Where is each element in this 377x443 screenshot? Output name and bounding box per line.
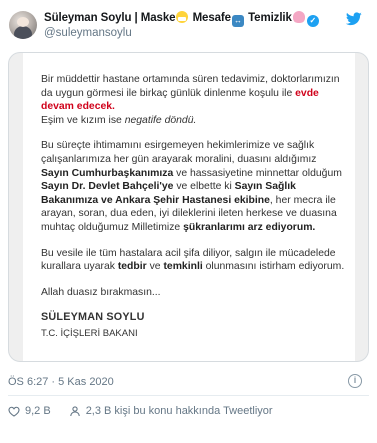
display-name-line[interactable]: Süleyman Soylu | Maske Mesafe ↔ Temizlik ✓: [44, 11, 319, 27]
statement-paper: Bir müddettir hastane ortamında süren te…: [23, 53, 355, 361]
talking-about-text: 2,3 B kişi bu konu hakkında Tweetliyor: [85, 405, 273, 417]
statement-image[interactable]: Bir müddettir hastane ortamında süren te…: [8, 52, 369, 362]
person-icon: [69, 406, 80, 417]
signature-title: T.C. İÇİŞLERİ BAKANI: [41, 327, 138, 339]
like-button[interactable]: 9,2 B: [8, 405, 69, 417]
conversation-link[interactable]: 2,3 B kişi bu konu hakkında Tweetliyor: [69, 405, 273, 417]
paragraph-1: Bir müddettir hastane ortamında süren te…: [41, 74, 340, 126]
paragraph-3: Bu vesile ile tüm hastalara acil şifa di…: [41, 247, 345, 273]
info-icon[interactable]: i: [348, 374, 362, 388]
name-word-cleanliness: Temizlik: [248, 12, 292, 24]
paragraph-4: Allah duasız bırakmasın...: [41, 286, 161, 298]
tweet-header: Süleyman Soylu | Maske Mesafe ↔ Temizlik ✓…: [0, 0, 377, 50]
name-separator: |: [134, 12, 138, 24]
heart-icon: [8, 406, 20, 417]
statement-text: Bir müddettir hastane ortamında süren te…: [41, 73, 346, 341]
user-handle[interactable]: @suleymansoylu: [44, 27, 132, 39]
display-name[interactable]: Süleyman Soylu: [44, 12, 132, 24]
like-count: 9,2 B: [25, 405, 51, 417]
signature-name: SÜLEYMAN SOYLU: [41, 311, 145, 324]
divider: [8, 395, 369, 396]
avatar[interactable]: [9, 11, 37, 39]
left-right-arrow-icon: ↔: [231, 15, 244, 27]
name-word-distance: Mesafe: [192, 12, 232, 24]
tweet-actions: 9,2 B 2,3 B kişi bu konu hakkında Tweetl…: [8, 402, 273, 420]
twitter-bird-icon[interactable]: [346, 12, 362, 26]
mask-emoji-icon: [176, 11, 189, 23]
name-word-mask: Maske: [140, 12, 176, 24]
tweet-timestamp[interactable]: ÖS 6:27 · 5 Kas 2020: [8, 376, 114, 388]
verified-badge-icon: ✓: [306, 15, 319, 27]
paragraph-2: Bu süreçte ihtimamını esirgemeyen hekiml…: [41, 140, 342, 233]
soap-emoji-icon: [292, 11, 305, 23]
